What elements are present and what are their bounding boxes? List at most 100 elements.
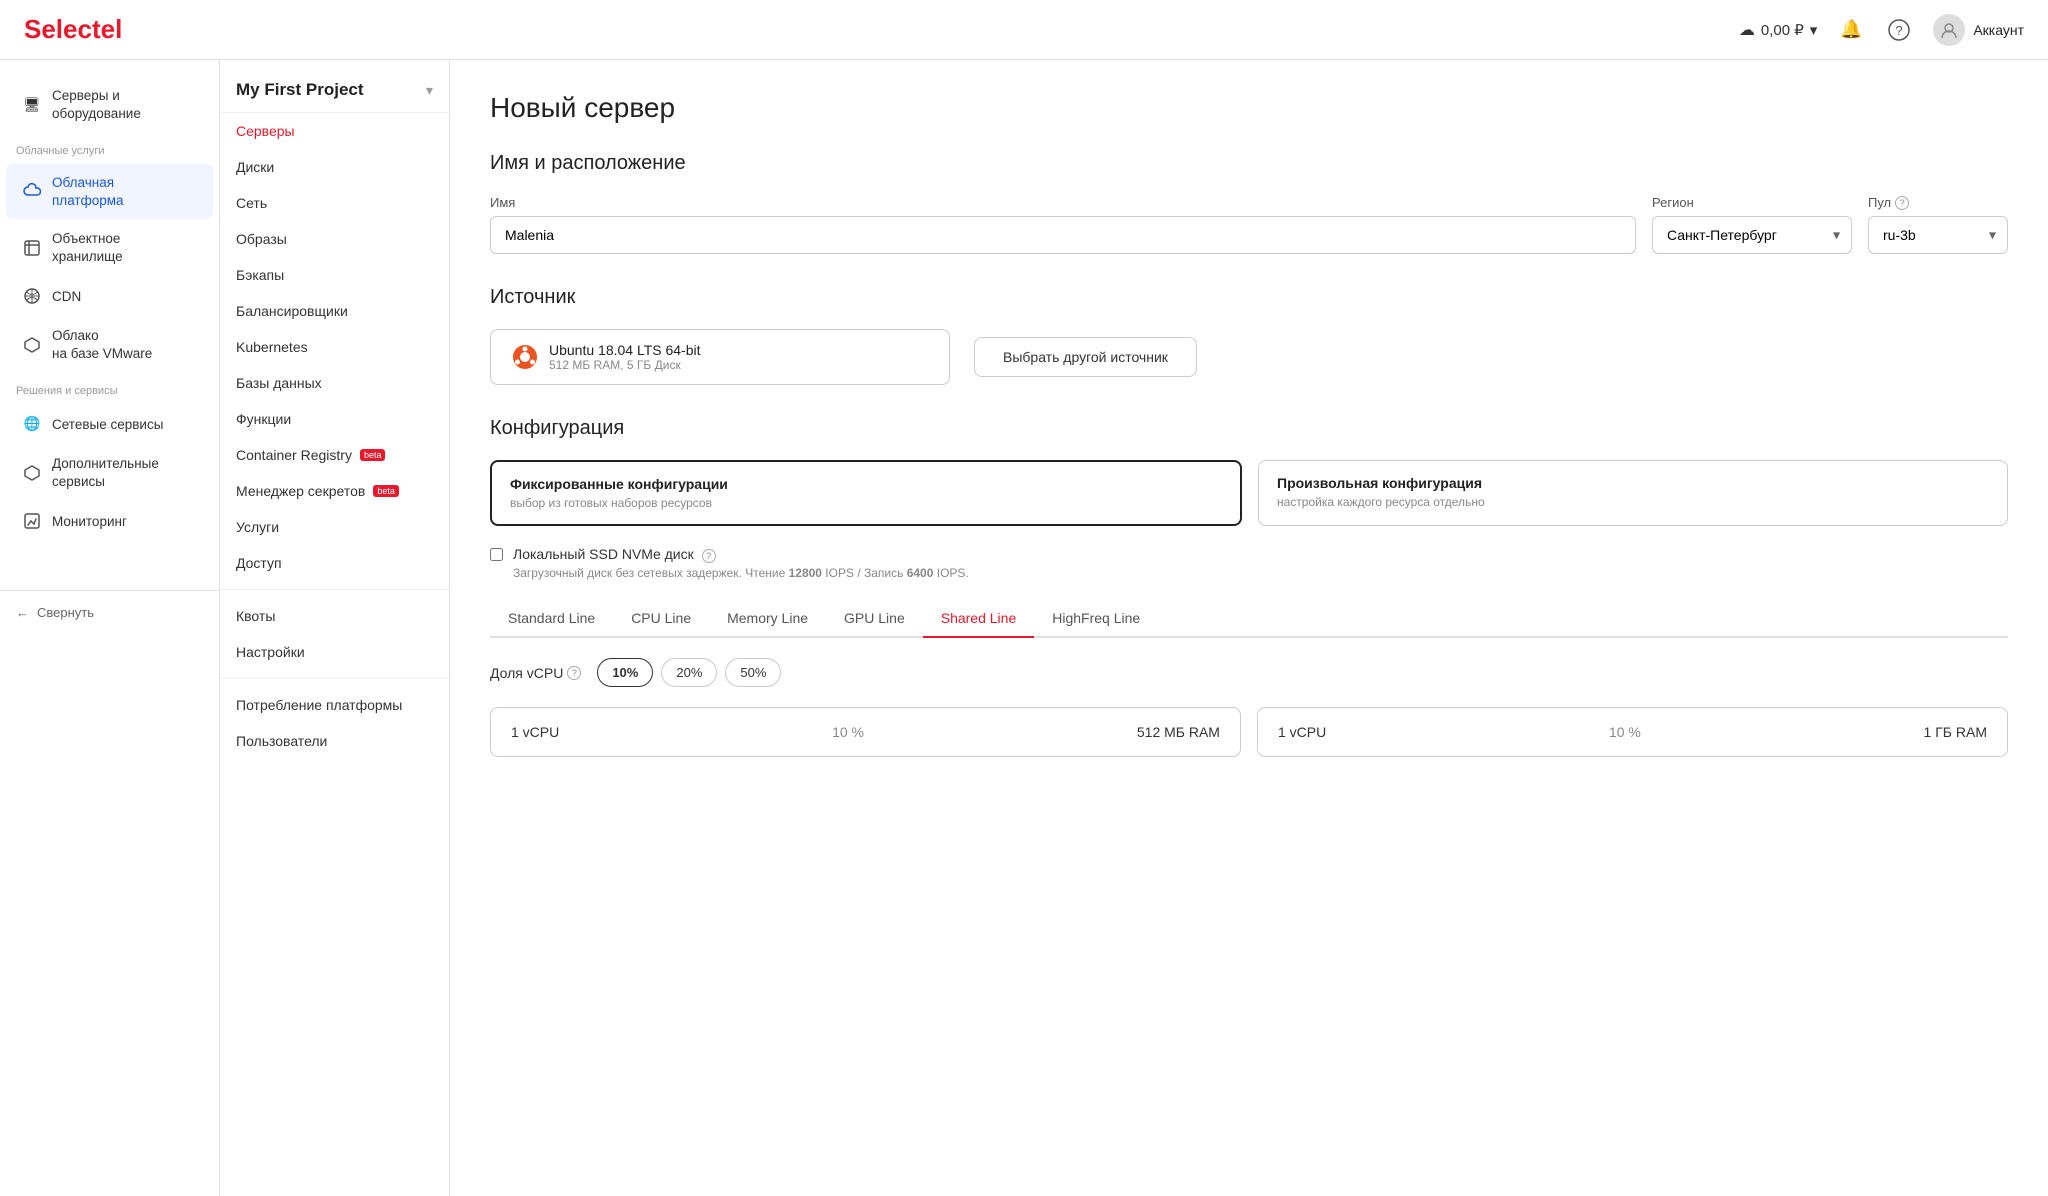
config-tabs: Standard Line CPU Line Memory Line GPU L… <box>490 600 2008 638</box>
notifications-icon[interactable]: 🔔 <box>1837 16 1865 44</box>
pool-label: Пул ? <box>1868 195 2008 210</box>
sidebar-item-network[interactable]: 🌐 Сетевые сервисы <box>6 404 213 444</box>
region-field: Регион Санкт-Петербург ▾ <box>1652 195 1852 254</box>
config-custom-title: Произвольная конфигурация <box>1277 475 1989 491</box>
project-menu-access[interactable]: Доступ <box>220 545 449 581</box>
vcpu-help-icon[interactable]: ? <box>567 666 581 680</box>
server-card-0[interactable]: 1 vCPU 10 % 512 МБ RAM <box>490 707 1241 757</box>
beta-badge-secrets: beta <box>373 485 399 497</box>
project-menu-balancers[interactable]: Балансировщики <box>220 293 449 329</box>
server-card-ram-1: 1 ГБ RAM <box>1924 724 1987 740</box>
beta-badge-registry: beta <box>360 449 386 461</box>
menu-label-servers: Серверы <box>236 123 295 139</box>
project-menu-images[interactable]: Образы <box>220 221 449 257</box>
sidebar-item-cloud[interactable]: Облачнаяплатформа <box>6 164 213 219</box>
sidebar-item-monitoring[interactable]: Мониторинг <box>6 501 213 541</box>
network-icon: 🌐 <box>22 414 42 434</box>
local-ssd-checkbox[interactable] <box>490 548 503 561</box>
menu-label-network: Сеть <box>236 195 267 211</box>
config-option-fixed[interactable]: Фиксированные конфигурации выбор из гото… <box>490 460 1242 526</box>
account-widget[interactable]: Аккаунт <box>1933 14 2024 46</box>
project-menu-kubernetes[interactable]: Kubernetes <box>220 329 449 365</box>
sidebar-item-object[interactable]: Объектноехранилище <box>6 220 213 275</box>
project-menu-registry[interactable]: Container Registry beta <box>220 437 449 473</box>
config-fixed-sub: выбор из готовых наборов ресурсов <box>510 496 1222 510</box>
project-menu-quotas[interactable]: Квоты <box>220 598 449 634</box>
project-header: My First Project ▾ <box>220 60 449 113</box>
project-menu-databases[interactable]: Базы данных <box>220 365 449 401</box>
name-label: Имя <box>490 195 1636 210</box>
sidebar-label-object: Объектноехранилище <box>52 230 123 265</box>
tab-memory[interactable]: Memory Line <box>709 600 826 638</box>
project-menu-disks[interactable]: Диски <box>220 149 449 185</box>
tab-cpu[interactable]: CPU Line <box>613 600 709 638</box>
sidebar-label-network: Сетевые сервисы <box>52 416 163 434</box>
menu-label-functions: Функции <box>236 411 291 427</box>
local-ssd-info: Локальный SSD NVMe диск ? Загрузочный ди… <box>513 546 969 580</box>
vcpu-option-20[interactable]: 20% <box>661 658 717 687</box>
collapse-sidebar[interactable]: ← Свернуть <box>0 590 219 634</box>
main-layout: 🖥 Серверы и оборудование Облачные услуги… <box>0 60 2048 1196</box>
local-ssd-label[interactable]: Локальный SSD NVMe диск ? <box>513 546 716 562</box>
project-menu-settings[interactable]: Настройки <box>220 634 449 670</box>
vcpu-options: 10% 20% 50% <box>597 658 781 687</box>
pool-help-icon[interactable]: ? <box>1895 196 1909 210</box>
logo-s: S <box>24 14 41 44</box>
config-fixed-title: Фиксированные конфигурации <box>510 476 1222 492</box>
server-card-row-1: 1 vCPU 10 % 1 ГБ RAM <box>1278 724 1987 740</box>
menu-label-services: Услуги <box>236 519 279 535</box>
menu-label-balancers: Балансировщики <box>236 303 348 319</box>
pool-select-wrapper: ru-3b ▾ <box>1868 216 2008 254</box>
source-selected: Ubuntu 18.04 LTS 64-bit 512 МБ RAM, 5 ГБ… <box>490 329 950 385</box>
sidebar-item-vmware[interactable]: Облакона базе VMware <box>6 317 213 372</box>
project-menu-secrets[interactable]: Менеджер секретов beta <box>220 473 449 509</box>
sidebar-section-solutions: Решения и сервисы <box>0 373 219 403</box>
project-menu-consumption[interactable]: Потребление платформы <box>220 687 449 723</box>
tab-standard[interactable]: Standard Line <box>490 600 613 638</box>
sidebar-item-servers[interactable]: 🖥 Серверы и оборудование <box>6 77 213 132</box>
menu-label-databases: Базы данных <box>236 375 322 391</box>
sidebar-item-extra[interactable]: Дополнительные сервисы <box>6 445 213 500</box>
project-menu-backups[interactable]: Бэкапы <box>220 257 449 293</box>
config-section: Конфигурация Фиксированные конфигурации … <box>490 417 2008 757</box>
project-menu-servers[interactable]: Серверы <box>220 113 449 149</box>
menu-label-quotas: Квоты <box>236 608 275 624</box>
main-content: Новый сервер Имя и расположение Имя Реги… <box>450 60 2048 1196</box>
name-location-title: Имя и расположение <box>490 152 2008 175</box>
source-os-name: Ubuntu 18.04 LTS 64-bit <box>549 342 701 358</box>
region-select[interactable]: Санкт-Петербург <box>1652 216 1852 254</box>
local-ssd-help-icon[interactable]: ? <box>702 549 716 563</box>
source-title: Источник <box>490 286 2008 309</box>
tab-gpu[interactable]: GPU Line <box>826 600 923 638</box>
config-option-custom[interactable]: Произвольная конфигурация настройка кажд… <box>1258 460 2008 526</box>
cloud-platform-icon <box>22 182 42 202</box>
project-menu-network[interactable]: Сеть <box>220 185 449 221</box>
local-ssd-row: Локальный SSD NVMe диск ? Загрузочный ди… <box>490 546 2008 580</box>
navbar: Selectel ☁ 0,00 ₽ ▾ 🔔 ? Аккаунт <box>0 0 2048 60</box>
name-input[interactable] <box>490 216 1636 254</box>
server-card-1[interactable]: 1 vCPU 10 % 1 ГБ RAM <box>1257 707 2008 757</box>
sidebar-left: 🖥 Серверы и оборудование Облачные услуги… <box>0 60 220 1196</box>
name-location-section: Имя и расположение Имя Регион Санкт-Пете… <box>490 152 2008 254</box>
change-source-button[interactable]: Выбрать другой источник <box>974 337 1197 377</box>
server-card-ram-0: 512 МБ RAM <box>1137 724 1220 740</box>
project-menu-functions[interactable]: Функции <box>220 401 449 437</box>
vcpu-option-50[interactable]: 50% <box>725 658 781 687</box>
menu-label-users: Пользователи <box>236 733 327 749</box>
project-menu-services[interactable]: Услуги <box>220 509 449 545</box>
help-icon[interactable]: ? <box>1885 16 1913 44</box>
logo-rest: electel <box>41 14 122 44</box>
page-title: Новый сервер <box>490 92 2008 124</box>
vcpu-option-10[interactable]: 10% <box>597 658 653 687</box>
sidebar-label-servers: Серверы и оборудование <box>52 87 197 122</box>
pool-select[interactable]: ru-3b <box>1868 216 2008 254</box>
project-chevron-icon[interactable]: ▾ <box>426 82 433 99</box>
sidebar-item-cdn[interactable]: CDN <box>6 276 213 316</box>
config-options: Фиксированные конфигурации выбор из гото… <box>490 460 2008 526</box>
balance-widget[interactable]: ☁ 0,00 ₽ ▾ <box>1739 20 1817 40</box>
tab-highfreq[interactable]: HighFreq Line <box>1034 600 1158 638</box>
config-custom-sub: настройка каждого ресурса отдельно <box>1277 495 1989 509</box>
server-cards: 1 vCPU 10 % 512 МБ RAM 1 vCPU 10 % 1 ГБ … <box>490 707 2008 757</box>
project-menu-users[interactable]: Пользователи <box>220 723 449 759</box>
tab-shared[interactable]: Shared Line <box>923 600 1035 638</box>
